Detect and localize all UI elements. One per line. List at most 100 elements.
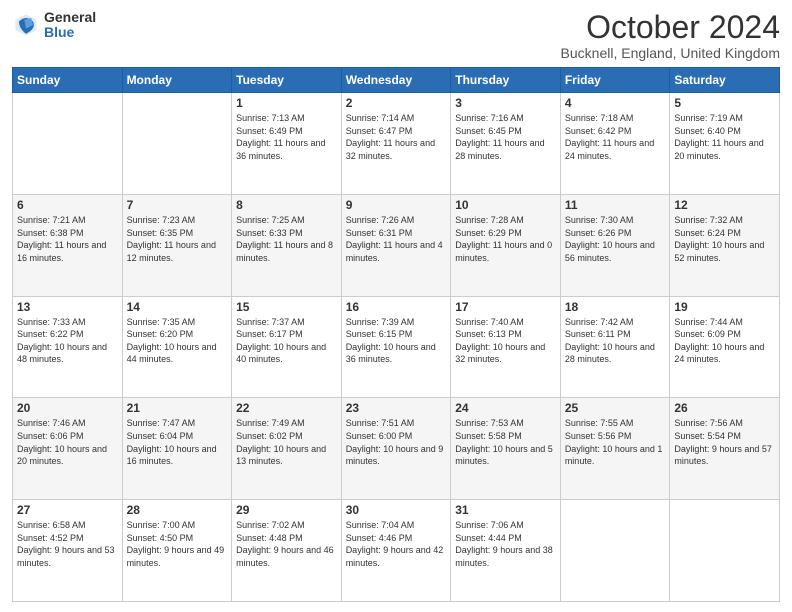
day-number: 15 <box>236 300 337 314</box>
calendar-cell: 29Sunrise: 7:02 AM Sunset: 4:48 PM Dayli… <box>232 500 342 602</box>
calendar-cell <box>670 500 780 602</box>
calendar-cell: 27Sunrise: 6:58 AM Sunset: 4:52 PM Dayli… <box>13 500 123 602</box>
day-info: Sunrise: 7:19 AM Sunset: 6:40 PM Dayligh… <box>674 112 775 162</box>
day-number: 3 <box>455 96 556 110</box>
day-info: Sunrise: 7:51 AM Sunset: 6:00 PM Dayligh… <box>346 417 447 467</box>
calendar-cell: 11 Sunrise: 7:30 AM Sunset: 6:26 PM Dayli… <box>560 194 670 296</box>
calendar-cell: 9 Sunrise: 7:26 AM Sunset: 6:31 PM Daylig… <box>341 194 451 296</box>
title-block: October 2024 Bucknell, England, United K… <box>561 10 780 61</box>
day-info: Sunrise: 7:53 AM Sunset: 5:58 PM Dayligh… <box>455 417 556 467</box>
day-info: Sunrise: 7:49 AM Sunset: 6:02 PM Dayligh… <box>236 417 337 467</box>
calendar-cell: 5 Sunrise: 7:19 AM Sunset: 6:40 PM Daylig… <box>670 93 780 195</box>
day-header-monday: Monday <box>122 68 232 93</box>
calendar-cell: 7 Sunrise: 7:23 AM Sunset: 6:35 PM Daylig… <box>122 194 232 296</box>
calendar-cell: 25 Sunrise: 7:55 AM Sunset: 5:56 PM Dayli… <box>560 398 670 500</box>
calendar-cell: 24 Sunrise: 7:53 AM Sunset: 5:58 PM Dayli… <box>451 398 561 500</box>
day-info: Sunrise: 7:18 AM Sunset: 6:42 PM Dayligh… <box>565 112 666 162</box>
day-info: Sunrise: 7:21 AM Sunset: 6:38 PM Dayligh… <box>17 214 118 264</box>
calendar-cell: 13 Sunrise: 7:33 AM Sunset: 6:22 PM Dayli… <box>13 296 123 398</box>
day-number: 18 <box>565 300 666 314</box>
day-number: 22 <box>236 401 337 415</box>
day-number: 20 <box>17 401 118 415</box>
day-number: 14 <box>127 300 228 314</box>
logo: General Blue <box>12 10 96 41</box>
day-number: 27 <box>17 503 118 517</box>
day-info: Sunrise: 7:23 AM Sunset: 6:35 PM Dayligh… <box>127 214 228 264</box>
calendar-cell: 10Sunrise: 7:28 AM Sunset: 6:29 PM Dayli… <box>451 194 561 296</box>
calendar-cell: 21Sunrise: 7:47 AM Sunset: 6:04 PM Dayli… <box>122 398 232 500</box>
calendar-week-2: 6 Sunrise: 7:21 AM Sunset: 6:38 PM Daylig… <box>13 194 780 296</box>
day-number: 11 <box>565 198 666 212</box>
day-info: Sunrise: 7:40 AM Sunset: 6:13 PM Dayligh… <box>455 316 556 366</box>
calendar-cell: 31 Sunrise: 7:06 AM Sunset: 4:44 PM Dayli… <box>451 500 561 602</box>
calendar-cell <box>13 93 123 195</box>
day-info: Sunrise: 7:26 AM Sunset: 6:31 PM Dayligh… <box>346 214 447 264</box>
main-title: October 2024 <box>561 10 780 45</box>
day-number: 8 <box>236 198 337 212</box>
calendar-cell: 15 Sunrise: 7:37 AM Sunset: 6:17 PM Dayli… <box>232 296 342 398</box>
calendar-cell: 28 Sunrise: 7:00 AM Sunset: 4:50 PM Dayli… <box>122 500 232 602</box>
day-info: Sunrise: 7:13 AM Sunset: 6:49 PM Dayligh… <box>236 112 337 162</box>
day-info: Sunrise: 7:47 AM Sunset: 6:04 PM Dayligh… <box>127 417 228 467</box>
calendar-cell: 6 Sunrise: 7:21 AM Sunset: 6:38 PM Daylig… <box>13 194 123 296</box>
calendar-cell: 4Sunrise: 7:18 AM Sunset: 6:42 PM Daylig… <box>560 93 670 195</box>
day-number: 16 <box>346 300 447 314</box>
day-info: Sunrise: 7:46 AM Sunset: 6:06 PM Dayligh… <box>17 417 118 467</box>
day-info: Sunrise: 7:42 AM Sunset: 6:11 PM Dayligh… <box>565 316 666 366</box>
day-number: 5 <box>674 96 775 110</box>
day-info: Sunrise: 7:32 AM Sunset: 6:24 PM Dayligh… <box>674 214 775 264</box>
day-info: Sunrise: 7:33 AM Sunset: 6:22 PM Dayligh… <box>17 316 118 366</box>
calendar-cell: 22 Sunrise: 7:49 AM Sunset: 6:02 PM Dayli… <box>232 398 342 500</box>
calendar-cell: 23Sunrise: 7:51 AM Sunset: 6:00 PM Dayli… <box>341 398 451 500</box>
logo-blue: Blue <box>44 25 96 40</box>
day-info: Sunrise: 7:39 AM Sunset: 6:15 PM Dayligh… <box>346 316 447 366</box>
day-number: 17 <box>455 300 556 314</box>
calendar-cell: 18 Sunrise: 7:42 AM Sunset: 6:11 PM Dayli… <box>560 296 670 398</box>
day-header-thursday: Thursday <box>451 68 561 93</box>
calendar-cell <box>560 500 670 602</box>
day-number: 2 <box>346 96 447 110</box>
day-info: Sunrise: 7:25 AM Sunset: 6:33 PM Dayligh… <box>236 214 337 264</box>
subtitle: Bucknell, England, United Kingdom <box>561 45 780 61</box>
header: General Blue October 2024 Bucknell, Engl… <box>12 10 780 61</box>
calendar-cell <box>122 93 232 195</box>
day-number: 19 <box>674 300 775 314</box>
day-number: 30 <box>346 503 447 517</box>
page: General Blue October 2024 Bucknell, Engl… <box>0 0 792 612</box>
logo-general: General <box>44 10 96 25</box>
day-info: Sunrise: 7:00 AM Sunset: 4:50 PM Dayligh… <box>127 519 228 569</box>
calendar-cell: 12 Sunrise: 7:32 AM Sunset: 6:24 PM Dayli… <box>670 194 780 296</box>
day-info: Sunrise: 7:56 AM Sunset: 5:54 PM Dayligh… <box>674 417 775 467</box>
day-header-saturday: Saturday <box>670 68 780 93</box>
calendar-week-5: 27Sunrise: 6:58 AM Sunset: 4:52 PM Dayli… <box>13 500 780 602</box>
day-number: 6 <box>17 198 118 212</box>
day-number: 25 <box>565 401 666 415</box>
day-number: 7 <box>127 198 228 212</box>
calendar-cell: 17 Sunrise: 7:40 AM Sunset: 6:13 PM Dayli… <box>451 296 561 398</box>
day-number: 1 <box>236 96 337 110</box>
calendar-cell: 1 Sunrise: 7:13 AM Sunset: 6:49 PM Daylig… <box>232 93 342 195</box>
day-info: Sunrise: 7:44 AM Sunset: 6:09 PM Dayligh… <box>674 316 775 366</box>
calendar: SundayMondayTuesdayWednesdayThursdayFrid… <box>12 67 780 602</box>
calendar-header-row: SundayMondayTuesdayWednesdayThursdayFrid… <box>13 68 780 93</box>
day-number: 9 <box>346 198 447 212</box>
calendar-cell: 14 Sunrise: 7:35 AM Sunset: 6:20 PM Dayli… <box>122 296 232 398</box>
day-number: 24 <box>455 401 556 415</box>
day-info: Sunrise: 7:55 AM Sunset: 5:56 PM Dayligh… <box>565 417 666 467</box>
day-number: 12 <box>674 198 775 212</box>
day-number: 31 <box>455 503 556 517</box>
day-number: 28 <box>127 503 228 517</box>
day-number: 10 <box>455 198 556 212</box>
day-number: 13 <box>17 300 118 314</box>
day-info: Sunrise: 7:06 AM Sunset: 4:44 PM Dayligh… <box>455 519 556 569</box>
day-info: Sunrise: 7:35 AM Sunset: 6:20 PM Dayligh… <box>127 316 228 366</box>
calendar-cell: 2Sunrise: 7:14 AM Sunset: 6:47 PM Daylig… <box>341 93 451 195</box>
logo-text: General Blue <box>44 10 96 41</box>
day-info: Sunrise: 7:37 AM Sunset: 6:17 PM Dayligh… <box>236 316 337 366</box>
day-info: Sunrise: 7:30 AM Sunset: 6:26 PM Dayligh… <box>565 214 666 264</box>
day-info: Sunrise: 7:16 AM Sunset: 6:45 PM Dayligh… <box>455 112 556 162</box>
calendar-cell: 8 Sunrise: 7:25 AM Sunset: 6:33 PM Daylig… <box>232 194 342 296</box>
calendar-cell: 3 Sunrise: 7:16 AM Sunset: 6:45 PM Daylig… <box>451 93 561 195</box>
day-info: Sunrise: 7:02 AM Sunset: 4:48 PM Dayligh… <box>236 519 337 569</box>
calendar-cell: 19 Sunrise: 7:44 AM Sunset: 6:09 PM Dayli… <box>670 296 780 398</box>
